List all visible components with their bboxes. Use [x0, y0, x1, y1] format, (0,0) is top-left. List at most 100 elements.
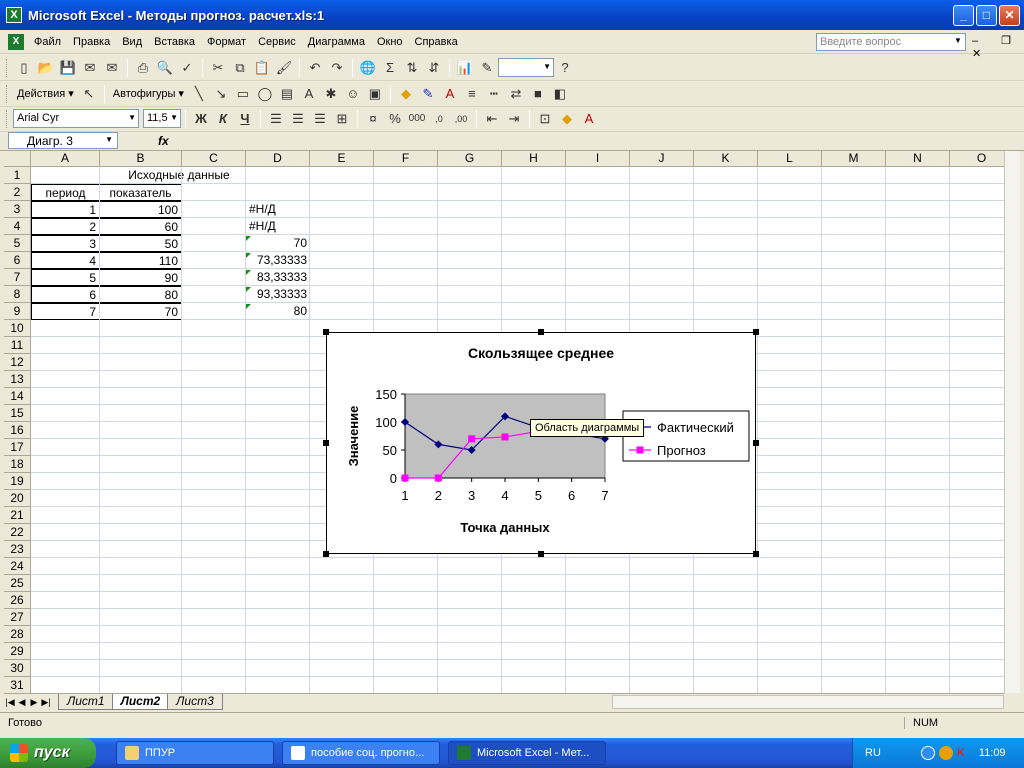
cell-value[interactable]: 50 [99, 235, 182, 252]
save-icon[interactable]: 💾 [58, 58, 78, 78]
align-center-icon[interactable]: ☰ [288, 109, 308, 129]
first-sheet-icon[interactable]: |◀ [4, 697, 16, 708]
shadow-icon[interactable]: ■ [528, 84, 548, 104]
selection-handle[interactable] [753, 551, 759, 557]
error-indicator[interactable] [246, 304, 251, 309]
ask-question-input[interactable]: Введите вопрос [816, 33, 966, 51]
selection-handle[interactable] [753, 440, 759, 446]
cell-moving-average[interactable]: #Н/Д [246, 201, 310, 218]
thousands-icon[interactable]: 000 [407, 109, 427, 129]
decrease-decimal-icon[interactable]: ,00 [451, 109, 471, 129]
new-file-icon[interactable]: ▯ [14, 58, 34, 78]
cell-value[interactable]: 80 [99, 286, 182, 303]
permission-icon[interactable]: ✉ [80, 58, 100, 78]
column-header-b[interactable]: B [100, 151, 182, 167]
line-style-icon[interactable]: ≡ [462, 84, 482, 104]
row-header-26[interactable]: 26 [4, 592, 31, 609]
cell-period[interactable]: 7 [31, 303, 100, 320]
tab-sheet1[interactable]: Лист1 [58, 694, 114, 710]
row-header-15[interactable]: 15 [4, 405, 31, 422]
maximize-button[interactable]: □ [976, 4, 997, 26]
hyperlink-icon[interactable]: 🌐 [358, 58, 378, 78]
selection-handle[interactable] [323, 440, 329, 446]
cell-value[interactable]: 90 [99, 269, 182, 286]
cell-period[interactable]: 4 [31, 252, 100, 269]
task-ppur[interactable]: ППУР [116, 741, 274, 765]
row-header-1[interactable]: 1 [4, 167, 31, 184]
antivirus-icon[interactable]: K [957, 747, 965, 759]
row-header-25[interactable]: 25 [4, 575, 31, 592]
row-header-6[interactable]: 6 [4, 252, 31, 269]
cell-value[interactable]: 100 [99, 201, 182, 218]
sort-ascending-icon[interactable]: ⇅ [402, 58, 422, 78]
row-header-2[interactable]: 2 [4, 184, 31, 201]
error-indicator[interactable] [246, 253, 251, 258]
row-header-5[interactable]: 5 [4, 235, 31, 252]
cell-moving-average[interactable]: 70 [246, 235, 310, 252]
font-color-icon[interactable]: A [579, 109, 599, 129]
chart-wizard-icon[interactable]: 📊 [455, 58, 475, 78]
row-header-8[interactable]: 8 [4, 286, 31, 303]
sort-descending-icon[interactable]: ⇵ [424, 58, 444, 78]
cell-value[interactable]: 70 [99, 303, 182, 320]
column-header-i[interactable]: I [566, 151, 630, 167]
dash-style-icon[interactable]: ┅ [484, 84, 504, 104]
row-header-4[interactable]: 4 [4, 218, 31, 235]
data-point[interactable] [434, 474, 442, 482]
select-pointer-icon[interactable]: ↖ [79, 84, 99, 104]
column-header-j[interactable]: J [630, 151, 694, 167]
align-left-icon[interactable]: ☰ [266, 109, 286, 129]
column-header-f[interactable]: F [374, 151, 438, 167]
row-header-24[interactable]: 24 [4, 558, 31, 575]
data-point[interactable] [401, 474, 409, 482]
cell-moving-average[interactable]: 93,33333 [246, 286, 310, 303]
print-icon[interactable]: ⎙ [133, 58, 153, 78]
cell-period[interactable]: 2 [31, 218, 100, 235]
selection-handle[interactable] [323, 329, 329, 335]
column-header-c[interactable]: C [182, 151, 246, 167]
header-period[interactable]: период [31, 184, 100, 201]
currency-icon[interactable]: ¤ [363, 109, 383, 129]
tab-sheet3[interactable]: Лист3 [167, 694, 223, 710]
toolbar-grip[interactable] [6, 58, 9, 77]
cut-icon[interactable]: ✂ [208, 58, 228, 78]
menu-insert[interactable]: Вставка [150, 36, 203, 48]
row-header-12[interactable]: 12 [4, 354, 31, 371]
menu-chart[interactable]: Диаграмма [304, 36, 373, 48]
selection-handle[interactable] [323, 551, 329, 557]
cell-period[interactable]: 5 [31, 269, 100, 286]
paste-icon[interactable]: 📋 [252, 58, 272, 78]
data-point[interactable] [501, 433, 509, 441]
merge-center-icon[interactable]: ⊞ [332, 109, 352, 129]
start-button[interactable]: пуск [0, 738, 96, 768]
column-header-n[interactable]: N [886, 151, 950, 167]
tray-app-icon[interactable] [938, 746, 953, 760]
cell-value[interactable]: 60 [99, 218, 182, 235]
row-header-17[interactable]: 17 [4, 439, 31, 456]
fill-color-icon[interactable]: ◆ [557, 109, 577, 129]
name-box[interactable]: Диагр. 3 ▼ [8, 132, 118, 149]
column-header-l[interactable]: L [758, 151, 822, 167]
row-header-3[interactable]: 3 [4, 201, 31, 218]
cell-moving-average[interactable]: 80 [246, 303, 310, 320]
row-header-14[interactable]: 14 [4, 388, 31, 405]
selection-handle[interactable] [753, 329, 759, 335]
cell-moving-average[interactable]: 83,33333 [246, 269, 310, 286]
percent-icon[interactable]: % [385, 109, 405, 129]
autoshapes-menu[interactable]: Автофигуры ▾ [109, 87, 188, 100]
arrow-icon[interactable]: ↘ [211, 84, 231, 104]
last-sheet-icon[interactable]: ▶| [40, 697, 52, 708]
actions-menu[interactable]: Действия ▾ [13, 87, 78, 100]
print-preview-icon[interactable]: 🔍 [155, 58, 175, 78]
column-header-e[interactable]: E [310, 151, 374, 167]
row-header-10[interactable]: 10 [4, 320, 31, 337]
menu-file[interactable]: Файл [30, 36, 69, 48]
cell-period[interactable]: 3 [31, 235, 100, 252]
row-header-11[interactable]: 11 [4, 337, 31, 354]
header-value[interactable]: показатель [99, 184, 182, 201]
redo-icon[interactable]: ↷ [327, 58, 347, 78]
spelling-icon[interactable]: ✓ [177, 58, 197, 78]
menu-window[interactable]: Окно [373, 36, 411, 48]
help-icon[interactable]: ? [555, 58, 575, 78]
row-header-19[interactable]: 19 [4, 473, 31, 490]
